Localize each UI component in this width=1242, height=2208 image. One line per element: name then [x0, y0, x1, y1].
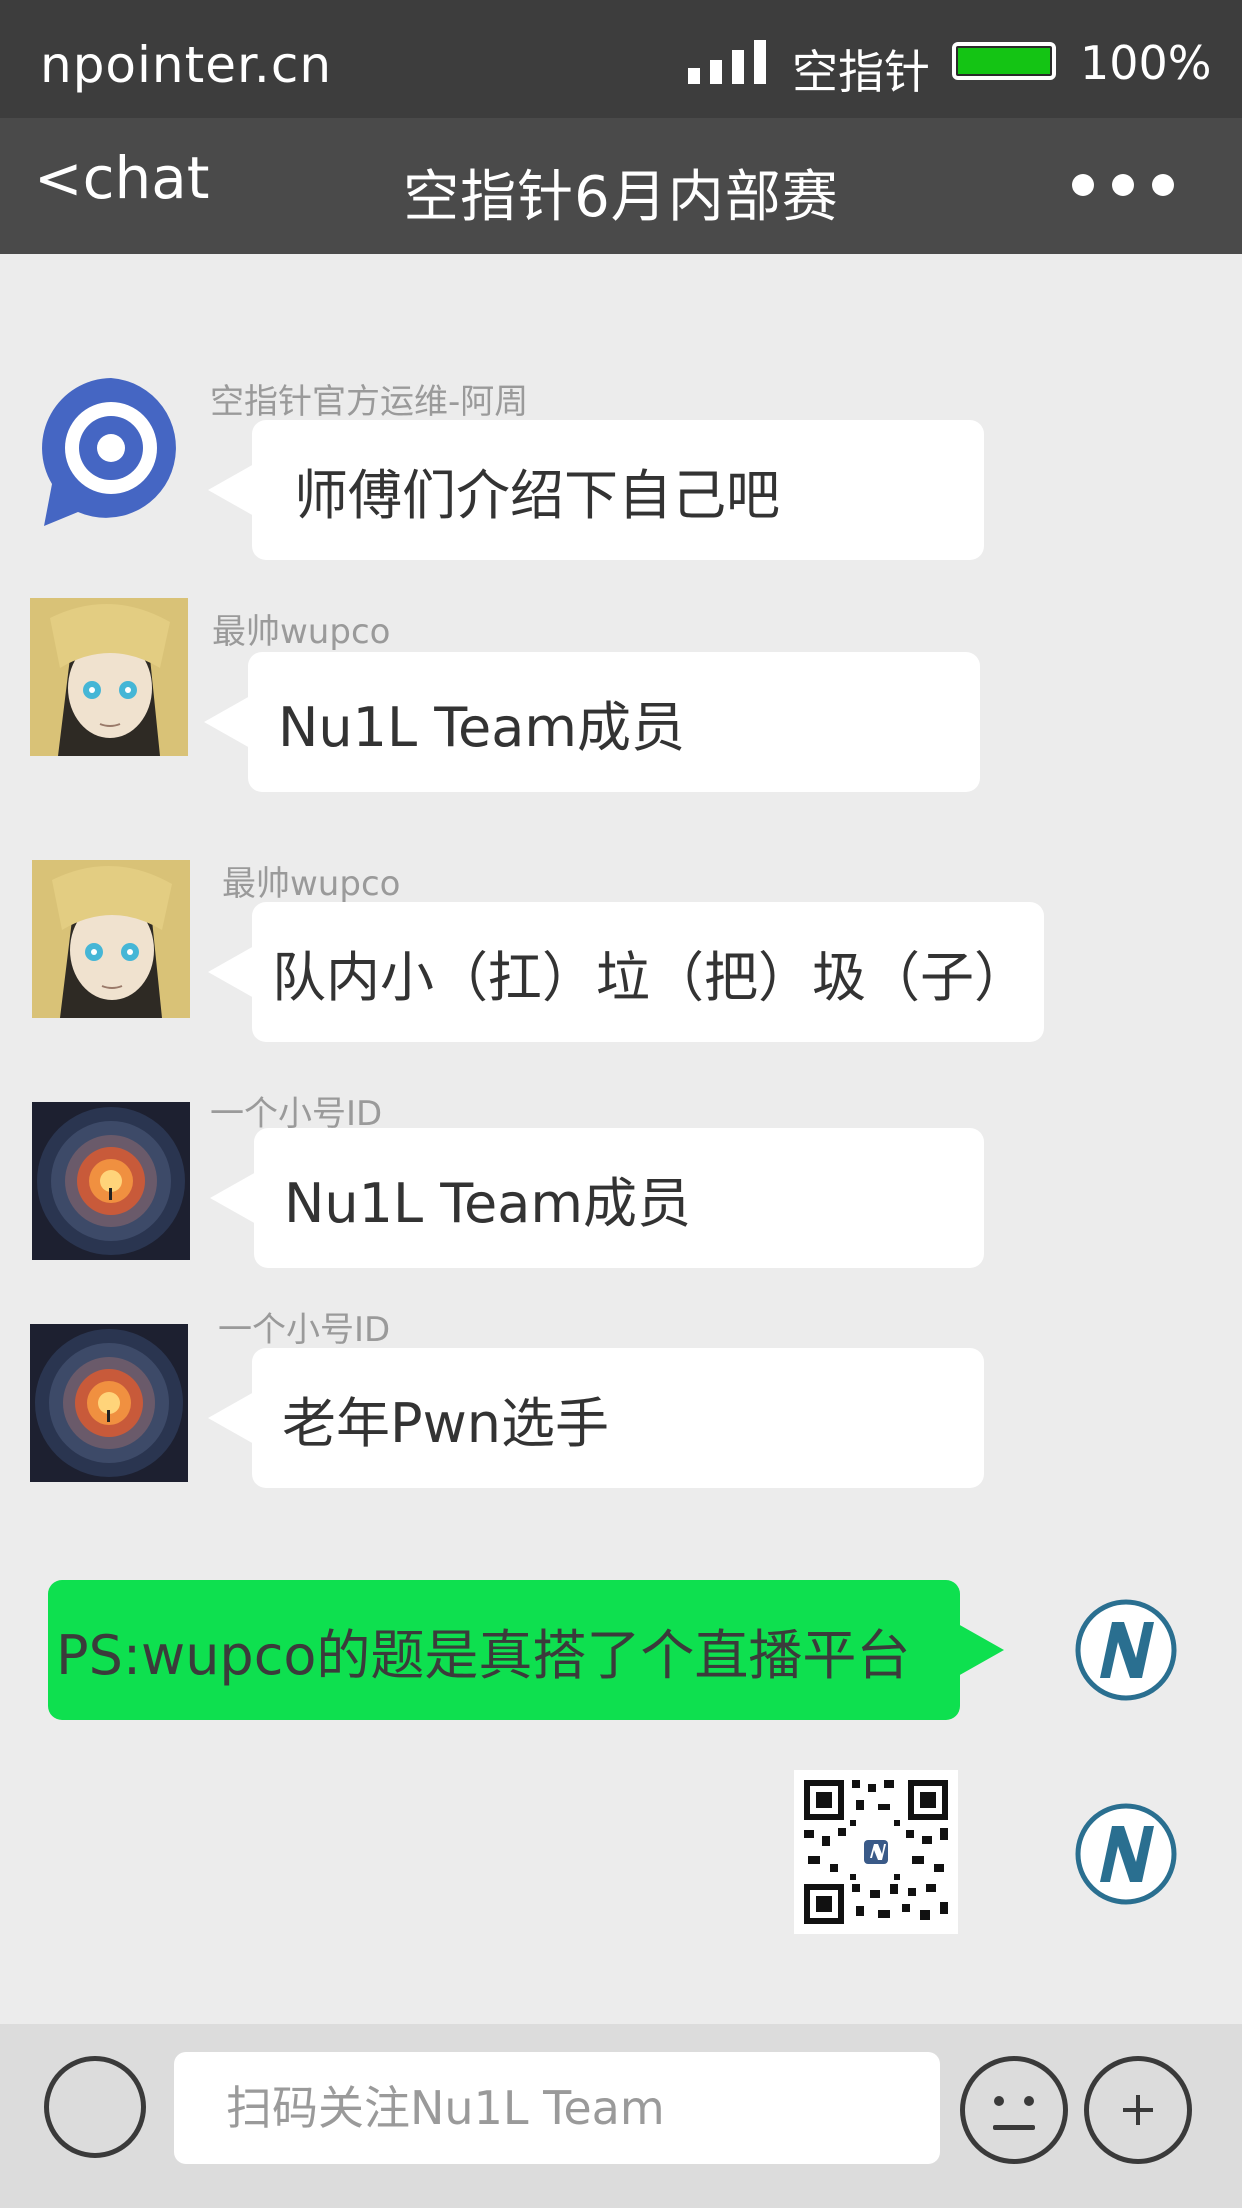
- avatar-self[interactable]: [1074, 1598, 1178, 1702]
- anime-girl-avatar-icon: [32, 860, 190, 1018]
- chat-title: 空指针6月内部赛: [403, 165, 839, 230]
- avatar-vortex[interactable]: [30, 1324, 188, 1482]
- sender-name: 最帅wupco: [212, 612, 391, 652]
- add-button[interactable]: [1084, 2056, 1192, 2164]
- message-bubble[interactable]: 师傅们介绍下自己吧: [208, 420, 984, 560]
- status-bar: npointer.cn 空指针 100%: [0, 0, 1242, 118]
- message-text: 老年Pwn选手: [282, 1391, 609, 1455]
- sender-name: 空指针官方运维-阿周: [210, 382, 529, 422]
- more-dots-icon[interactable]: [1068, 166, 1188, 206]
- qr-code-image[interactable]: [794, 1770, 958, 1934]
- message-text: Nu1L Team成员: [278, 695, 685, 759]
- anime-girl-avatar-icon: [30, 598, 188, 756]
- vortex-avatar-icon: [30, 1324, 188, 1482]
- vortex-avatar-icon: [32, 1102, 190, 1260]
- emoji-button[interactable]: [960, 2056, 1068, 2164]
- npointer-logo-icon: [42, 378, 176, 526]
- message-bubble[interactable]: 队内小（扛）垃（把）圾（子）: [208, 902, 1044, 1042]
- sender-name: 最帅wupco: [222, 864, 401, 904]
- message-bubble[interactable]: Nu1L Team成员: [210, 1128, 984, 1268]
- message-text: PS:wupco的题是真搭了个直播平台: [56, 1623, 911, 1687]
- nav-bar: <chat 空指针6月内部赛: [0, 118, 1242, 254]
- avatar-self[interactable]: [1074, 1802, 1178, 1906]
- avatar-vortex[interactable]: [32, 1102, 190, 1260]
- avatar-npointer[interactable]: [38, 374, 184, 530]
- message-input[interactable]: [174, 2052, 940, 2164]
- message-text: Nu1L Team成员: [284, 1171, 691, 1235]
- status-site: npointer.cn: [40, 36, 333, 94]
- message-bubble[interactable]: 老年Pwn选手: [208, 1348, 984, 1488]
- message-bubble[interactable]: Nu1L Team成员: [204, 652, 980, 792]
- nu1l-logo-icon: [1075, 1803, 1177, 1905]
- message-bubble-self[interactable]: PS:wupco的题是真搭了个直播平台: [48, 1580, 1004, 1720]
- emoji-icon: [993, 2096, 1035, 2130]
- qr-code-icon: [794, 1770, 958, 1934]
- carrier-name: 空指针: [792, 45, 930, 99]
- battery-icon: [952, 42, 1056, 80]
- nu1l-logo-icon: [1075, 1599, 1177, 1701]
- message-text: 师傅们介绍下自己吧: [294, 463, 780, 527]
- signal-icon: [688, 40, 770, 84]
- plus-icon: [1123, 2095, 1153, 2125]
- avatar-wupco[interactable]: [30, 598, 188, 756]
- avatar-wupco[interactable]: [32, 860, 190, 1018]
- message-text: 队内小（扛）垃（把）圾（子）: [272, 945, 1028, 1009]
- sender-name: 一个小号ID: [218, 1310, 391, 1350]
- battery-percent: 100%: [1080, 36, 1212, 90]
- input-bar: [0, 2024, 1242, 2208]
- voice-button[interactable]: [44, 2056, 146, 2158]
